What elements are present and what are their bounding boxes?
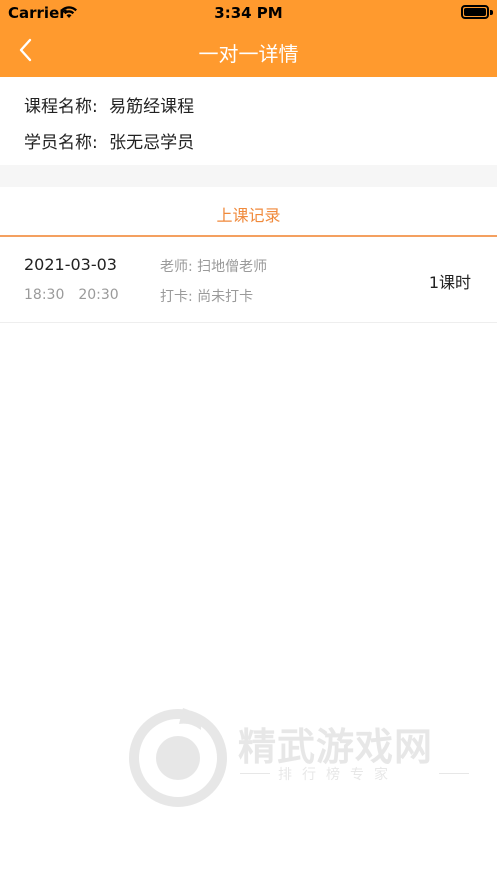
record-punch-status: 打卡: 尚未打卡 (160, 289, 254, 305)
tab-label: 上课记录 (216, 206, 281, 225)
page-title: 一对一详情 (198, 42, 299, 66)
course-name-label: 课程名称: (24, 97, 98, 117)
watermark-line-left (240, 773, 270, 774)
section-divider (0, 165, 497, 187)
course-name-value: 易筋经课程 (109, 97, 195, 117)
list-item[interactable]: 2021-03-03 18:30 20:30 老师: 扫地僧老师 打卡: 尚未打卡… (0, 239, 497, 323)
record-hours: 1课时 (428, 273, 471, 292)
battery-icon (461, 5, 489, 19)
course-name-row: 课程名称: 易筋经课程 (24, 92, 194, 117)
record-date: 2021-03-03 (24, 255, 117, 274)
record-start-time: 18:30 (24, 287, 65, 303)
nav-bar: Carrier 3:34 PM 一对一详情 (0, 0, 497, 77)
student-name-label: 学员名称: (24, 133, 98, 153)
record-time-range: 18:30 20:30 (24, 287, 119, 303)
watermark-line-right (439, 773, 469, 774)
watermark: 精武游戏网 排行榜专家 (128, 700, 473, 820)
watermark-logo (129, 708, 227, 807)
status-time: 3:34 PM (214, 4, 283, 22)
student-name-value: 张无忌学员 (109, 133, 195, 153)
screen: Carrier 3:34 PM 一对一详情 课程名称: 易筋经课程 学员名称: … (0, 0, 497, 883)
watermark-subtitle: 排行榜专家 (278, 767, 398, 783)
course-info: 课程名称: 易筋经课程 学员名称: 张无忌学员 (0, 77, 497, 165)
student-name-row: 学员名称: 张无忌学员 (24, 128, 194, 153)
record-end-time: 20:30 (78, 287, 119, 303)
status-bar: Carrier 3:34 PM (0, 0, 497, 26)
battery-tip (490, 10, 493, 15)
tab-class-records[interactable]: 上课记录 (0, 187, 497, 237)
record-teacher: 老师: 扫地僧老师 (160, 259, 268, 275)
watermark-title: 精武游戏网 (238, 725, 434, 769)
